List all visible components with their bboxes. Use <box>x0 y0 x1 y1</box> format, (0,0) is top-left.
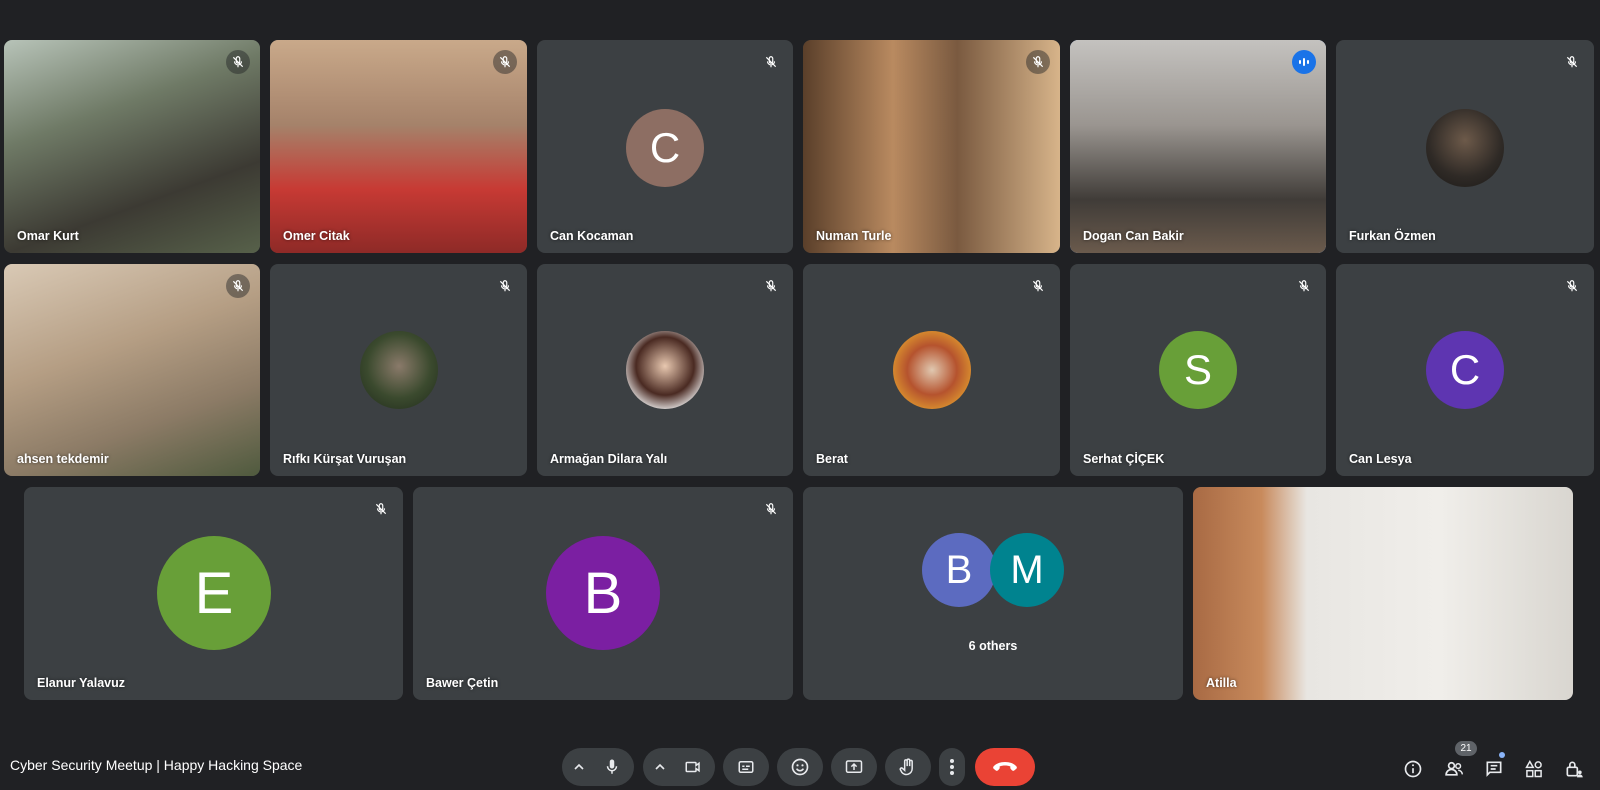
participant-avatar: E <box>157 536 271 650</box>
mic-off-icon <box>493 50 517 74</box>
participant-tile-serhat-cicek[interactable]: S Serhat ÇİÇEK <box>1070 264 1326 476</box>
participant-name: Can Lesya <box>1349 452 1412 466</box>
participant-name: Omar Kurt <box>17 229 79 243</box>
end-call-icon <box>993 762 1017 771</box>
hand-icon <box>899 758 913 776</box>
participant-tile-rifki-kursat-vurusan[interactable]: Rıfkı Kürşat Vuruşan <box>270 264 527 476</box>
participant-name: Serhat ÇİÇEK <box>1083 452 1165 466</box>
participant-name: Dogan Can Bakir <box>1083 229 1184 243</box>
participant-tile-elanur-yalavuz[interactable]: E Elanur Yalavuz <box>24 487 403 700</box>
activities-button[interactable] <box>1521 756 1547 782</box>
participant-tile-bawer-cetin[interactable]: B Bawer Çetin <box>413 487 793 700</box>
participant-avatar: C <box>626 109 704 187</box>
meeting-title: Cyber Security Meetup | Happy Hacking Sp… <box>10 757 303 773</box>
microphone-button[interactable] <box>593 748 631 786</box>
people-button[interactable] <box>1441 756 1467 782</box>
participant-tile-armagan-dilara-yali[interactable]: Armağan Dilara Yalı <box>537 264 793 476</box>
participant-name: Armağan Dilara Yalı <box>550 452 668 466</box>
more-options-button[interactable] <box>939 748 965 786</box>
mic-control-group <box>562 748 634 786</box>
participant-video <box>4 40 260 253</box>
participant-name: Omer Citak <box>283 229 350 243</box>
people-icon <box>1445 761 1464 776</box>
participant-avatar: C <box>1426 331 1504 409</box>
participant-tile-numan-turle[interactable]: Numan Turle <box>803 40 1060 253</box>
participant-name: Bawer Çetin <box>426 676 499 690</box>
emoji-icon <box>791 758 809 776</box>
others-count-label: 6 others <box>968 639 1018 653</box>
mic-off-icon <box>369 497 393 521</box>
participant-tile-ahsen-tekdemir[interactable]: ahsen tekdemir <box>4 264 260 476</box>
chat-button[interactable] <box>1481 756 1507 782</box>
participant-avatar: S <box>1159 331 1237 409</box>
chevron-up-icon <box>655 763 665 770</box>
mic-off-icon <box>493 274 517 298</box>
participant-avatar: B <box>922 533 996 607</box>
people-count-badge: 21 <box>1455 741 1477 756</box>
participant-tile-omar-kurt[interactable]: Omar Kurt <box>4 40 260 253</box>
mic-off-icon <box>759 50 783 74</box>
participant-avatar <box>626 331 704 409</box>
leave-call-button[interactable] <box>975 748 1035 786</box>
participant-name: Numan Turle <box>816 229 892 243</box>
participant-name: Berat <box>816 452 848 466</box>
participant-video <box>803 40 1060 253</box>
mic-off-icon <box>1026 50 1050 74</box>
participant-name: ahsen tekdemir <box>17 452 109 466</box>
participant-tile-berat[interactable]: Berat <box>803 264 1060 476</box>
host-controls-button[interactable] <box>1561 756 1587 782</box>
captions-icon <box>738 761 754 773</box>
participant-tile-atilla[interactable]: Atilla <box>1193 487 1573 700</box>
chat-icon <box>1486 761 1502 777</box>
reactions-button[interactable] <box>777 748 823 786</box>
participant-name: Atilla <box>1206 676 1237 690</box>
participant-avatar <box>360 331 438 409</box>
audio-options-button[interactable] <box>565 762 593 772</box>
participant-avatar: B <box>546 536 660 650</box>
mic-off-icon <box>226 50 250 74</box>
participant-tile-dogan-can-bakir[interactable]: Dogan Can Bakir <box>1070 40 1326 253</box>
participant-video <box>1070 40 1326 253</box>
participant-avatar <box>1426 109 1504 187</box>
more-vert-icon <box>950 759 954 775</box>
meeting-details-button[interactable] <box>1400 756 1426 782</box>
participant-name: Rıfkı Kürşat Vuruşan <box>283 452 407 466</box>
mic-off-icon <box>1560 50 1584 74</box>
camera-button[interactable] <box>674 748 712 786</box>
participant-tile-omer-citak[interactable]: Omer Citak <box>270 40 527 253</box>
participant-tile-furkan-ozmen[interactable]: Furkan Özmen <box>1336 40 1594 253</box>
chat-notification-dot <box>1499 752 1505 758</box>
participant-tile-others[interactable]: B M 6 others <box>803 487 1183 700</box>
participant-video <box>270 40 527 253</box>
participant-avatar <box>893 331 971 409</box>
info-icon <box>1404 760 1422 778</box>
mic-off-icon <box>1292 274 1316 298</box>
participant-tile-can-kocaman[interactable]: C Can Kocaman <box>537 40 793 253</box>
present-screen-button[interactable] <box>831 748 877 786</box>
microphone-icon <box>606 759 618 774</box>
raise-hand-button[interactable] <box>885 748 931 786</box>
participant-video <box>1193 487 1573 700</box>
lock-person-icon <box>1566 761 1583 778</box>
participant-name: Furkan Özmen <box>1349 229 1436 243</box>
mic-off-icon <box>759 274 783 298</box>
mic-off-icon <box>1560 274 1584 298</box>
camera-control-group <box>643 748 715 786</box>
speaking-indicator-icon <box>1292 50 1316 74</box>
mic-off-icon <box>759 497 783 521</box>
participant-name: Can Kocaman <box>550 229 634 243</box>
present-screen-icon <box>845 760 863 773</box>
video-options-button[interactable] <box>646 762 674 772</box>
participant-avatar: M <box>990 533 1064 607</box>
chevron-up-icon <box>574 763 584 770</box>
participant-tile-can-lesya[interactable]: C Can Lesya <box>1336 264 1594 476</box>
captions-button[interactable] <box>723 748 769 786</box>
camera-icon <box>685 761 700 773</box>
participant-video <box>4 264 260 476</box>
mic-off-icon <box>226 274 250 298</box>
participant-name: Elanur Yalavuz <box>37 676 126 690</box>
activities-icon <box>1525 759 1542 778</box>
mic-off-icon <box>1026 274 1050 298</box>
